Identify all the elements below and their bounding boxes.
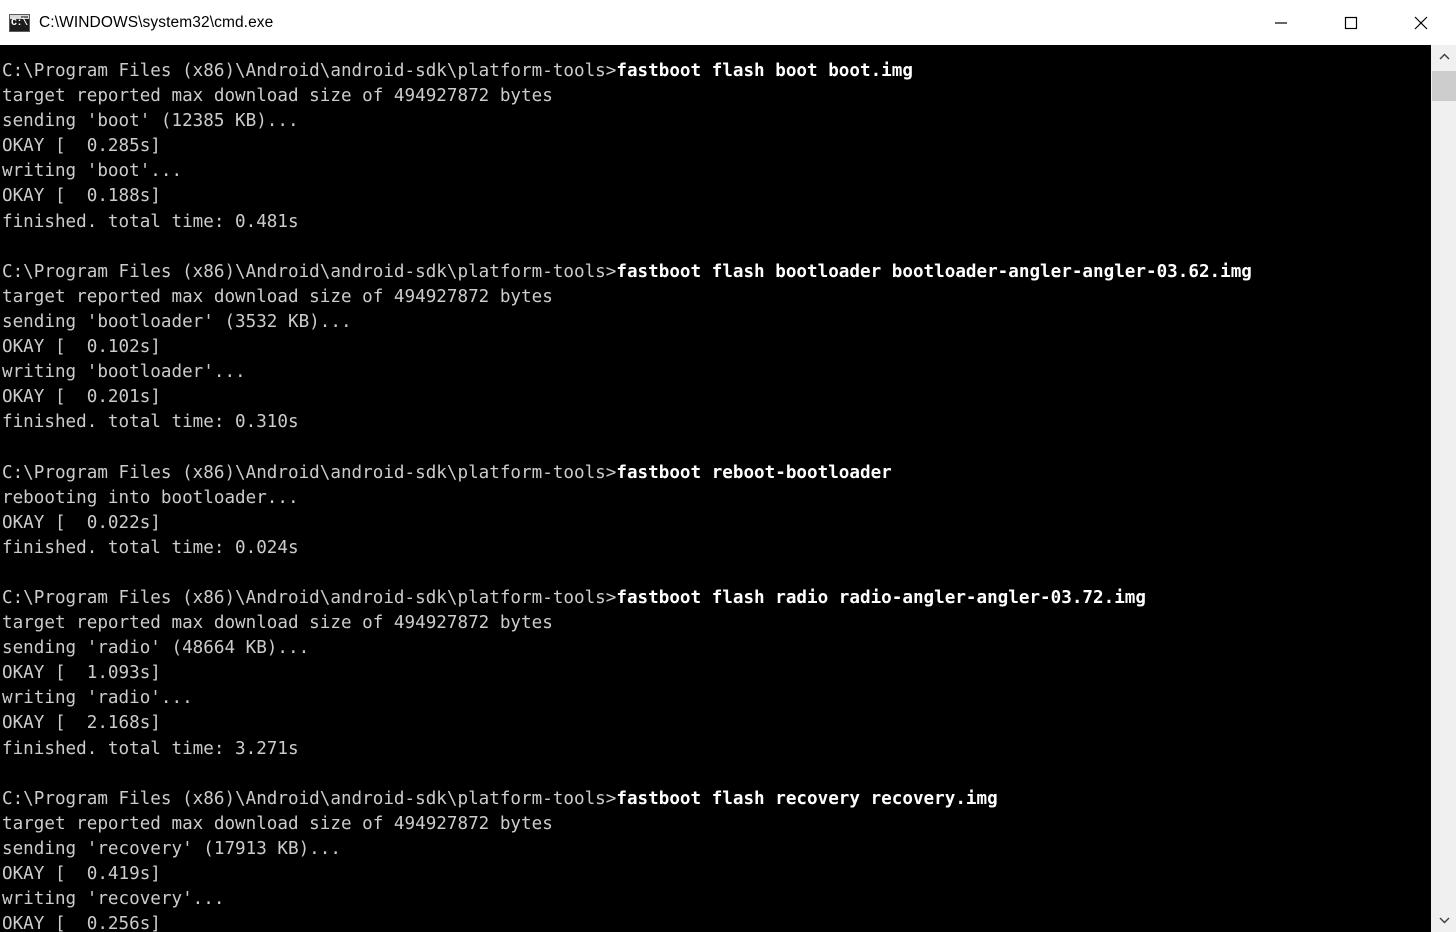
console-output-line: sending 'radio' (48664 KB)... [2, 636, 1431, 661]
console-output-line: OKAY [ 0.285s] [2, 134, 1431, 159]
console-blank-line [2, 235, 1431, 260]
console-output-line: OKAY [ 1.093s] [2, 661, 1431, 686]
console-output-line: sending 'recovery' (17913 KB)... [2, 837, 1431, 862]
console-output-line: target reported max download size of 494… [2, 285, 1431, 310]
chevron-down-icon [1439, 916, 1450, 924]
console-output-line: OKAY [ 0.102s] [2, 335, 1431, 360]
console-command: fastboot flash boot boot.img [616, 61, 913, 81]
cmd-icon-prompt-glyph: C:\ [11, 18, 29, 29]
console-command: fastboot flash bootloader bootloader-ang… [616, 262, 1252, 282]
console-command: fastboot flash radio radio-angler-angler… [616, 588, 1146, 608]
console-output-line: finished. total time: 3.271s [2, 737, 1431, 762]
console-output-line: OKAY [ 0.201s] [2, 385, 1431, 410]
cmd-window: C:\ C:\WINDOWS\system32\cmd.exe [0, 0, 1456, 932]
console-area: C:\Program Files (x86)\Android\android-s… [0, 45, 1456, 932]
scrollbar-thumb[interactable] [1432, 71, 1456, 101]
title-bar[interactable]: C:\ C:\WINDOWS\system32\cmd.exe [0, 0, 1456, 45]
console-output-line: OKAY [ 0.419s] [2, 862, 1431, 887]
console-output-line: OKAY [ 2.168s] [2, 711, 1431, 736]
console-command-line: C:\Program Files (x86)\Android\android-s… [2, 260, 1431, 285]
console-output-line: sending 'boot' (12385 KB)... [2, 109, 1431, 134]
console-output-line: rebooting into bootloader... [2, 486, 1431, 511]
scroll-down-icon[interactable] [1432, 908, 1456, 932]
console-prompt: C:\Program Files (x86)\Android\android-s… [2, 463, 616, 483]
minimize-button[interactable] [1246, 0, 1316, 45]
console-output-line: finished. total time: 0.481s [2, 210, 1431, 235]
console-output-line: target reported max download size of 494… [2, 84, 1431, 109]
console-output-line: sending 'bootloader' (3532 KB)... [2, 310, 1431, 335]
scrollbar-track[interactable] [1432, 69, 1456, 908]
cmd-icon: C:\ [9, 14, 30, 32]
console-output-line: finished. total time: 0.310s [2, 410, 1431, 435]
console-output-line: writing 'bootloader'... [2, 360, 1431, 385]
minimize-icon [1274, 16, 1288, 30]
console-command-line: C:\Program Files (x86)\Android\android-s… [2, 787, 1431, 812]
console-blank-line [2, 561, 1431, 586]
console-output-line: writing 'recovery'... [2, 887, 1431, 912]
console-command: fastboot reboot-bootloader [616, 463, 891, 483]
vertical-scrollbar[interactable] [1431, 45, 1456, 932]
window-title: C:\WINDOWS\system32\cmd.exe [39, 14, 273, 32]
console-blank-line [2, 762, 1431, 787]
title-bar-left: C:\ C:\WINDOWS\system32\cmd.exe [0, 14, 1246, 32]
console-output-line: OKAY [ 0.188s] [2, 184, 1431, 209]
console-output-line: OKAY [ 0.022s] [2, 511, 1431, 536]
console-prompt: C:\Program Files (x86)\Android\android-s… [2, 262, 616, 282]
console-text: C:\Program Files (x86)\Android\android-s… [0, 45, 1431, 932]
close-button[interactable] [1386, 0, 1456, 45]
console-output-pane[interactable]: C:\Program Files (x86)\Android\android-s… [0, 45, 1431, 932]
console-command-line: C:\Program Files (x86)\Android\android-s… [2, 59, 1431, 84]
console-output-line: finished. total time: 0.024s [2, 536, 1431, 561]
console-command: fastboot flash recovery recovery.img [616, 789, 997, 809]
window-controls [1246, 0, 1456, 45]
console-output-line: target reported max download size of 494… [2, 611, 1431, 636]
console-blank-line [2, 435, 1431, 460]
console-prompt: C:\Program Files (x86)\Android\android-s… [2, 789, 616, 809]
console-prompt: C:\Program Files (x86)\Android\android-s… [2, 61, 616, 81]
close-icon [1413, 15, 1429, 31]
console-command-line: C:\Program Files (x86)\Android\android-s… [2, 461, 1431, 486]
console-command-line: C:\Program Files (x86)\Android\android-s… [2, 586, 1431, 611]
maximize-icon [1344, 16, 1358, 30]
console-output-line: writing 'boot'... [2, 159, 1431, 184]
console-output-line: target reported max download size of 494… [2, 812, 1431, 837]
console-prompt: C:\Program Files (x86)\Android\android-s… [2, 588, 616, 608]
scroll-up-icon[interactable] [1432, 45, 1456, 69]
console-output-line: writing 'radio'... [2, 686, 1431, 711]
maximize-button[interactable] [1316, 0, 1386, 45]
console-output-line: OKAY [ 0.256s] [2, 912, 1431, 932]
chevron-up-icon [1439, 53, 1450, 61]
